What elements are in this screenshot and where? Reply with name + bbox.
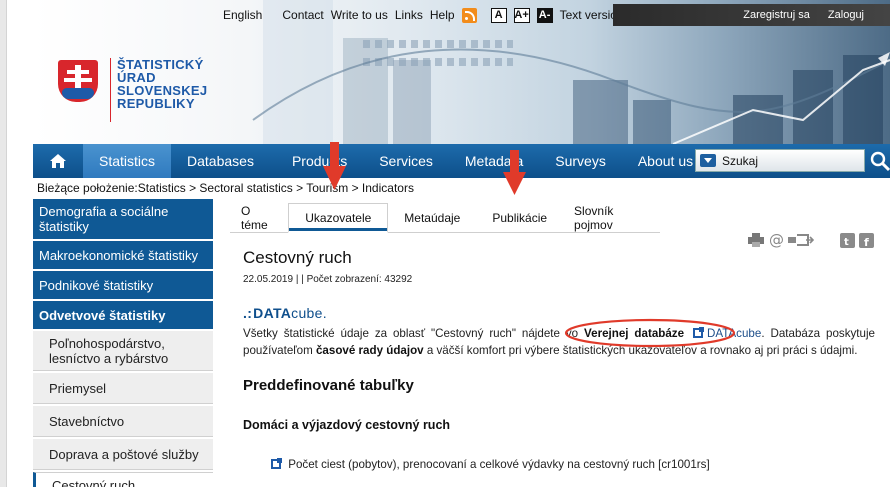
tab-about-topic[interactable]: O téme bbox=[230, 203, 288, 232]
datacube-logo[interactable]: .:DATAcube. bbox=[243, 305, 327, 321]
datacube-suffix: cube. bbox=[291, 305, 327, 321]
external-link-icon bbox=[271, 458, 282, 469]
print-icon[interactable] bbox=[748, 233, 764, 247]
public-database-text: Verejnej databáze bbox=[584, 327, 685, 340]
twitter-icon[interactable]: t bbox=[840, 232, 855, 248]
nav-databases[interactable]: Databases bbox=[171, 144, 270, 178]
chevron-down-icon[interactable] bbox=[700, 154, 716, 167]
svg-text:t: t bbox=[844, 237, 849, 248]
font-smaller-button[interactable]: A- bbox=[536, 7, 553, 23]
sidebar-item-industry[interactable]: Priemysel bbox=[33, 373, 213, 404]
site-logo[interactable]: ŠTATISTICKÝ ÚRAD SLOVENSKEJ REPUBLIKY bbox=[58, 58, 207, 122]
nav-metadata[interactable]: Metadata bbox=[449, 144, 539, 178]
content-tabs: O téme Ukazovatele Metaúdaje Publikácie … bbox=[230, 203, 660, 233]
external-link-icon bbox=[692, 327, 704, 338]
login-link[interactable]: Zaloguj bbox=[828, 9, 864, 21]
domestic-tourism-heading: Domáci a výjazdový cestovný ruch bbox=[243, 418, 451, 432]
sidebar-item-business[interactable]: Podnikové štatistiky bbox=[33, 271, 213, 299]
time-series-text: časové rady údajov bbox=[315, 344, 424, 357]
sidebar-item-macroeconomic[interactable]: Makroekonomické štatistiky bbox=[33, 241, 213, 269]
email-icon[interactable]: @ bbox=[768, 232, 784, 248]
link-write-to-us[interactable]: Write to us bbox=[331, 8, 388, 22]
tab-publications[interactable]: Publikácie bbox=[476, 203, 563, 232]
datacube-main: DATA bbox=[253, 305, 292, 321]
nav-surveys[interactable]: Surveys bbox=[539, 144, 622, 178]
link-english[interactable]: English bbox=[223, 8, 262, 22]
link-contact[interactable]: Contact bbox=[282, 8, 323, 22]
font-normal-button[interactable]: A bbox=[490, 7, 507, 23]
search-icon[interactable] bbox=[869, 150, 890, 172]
datacube-dots: .: bbox=[243, 305, 253, 321]
logo-divider bbox=[110, 58, 111, 122]
tab-metadata[interactable]: Metaúdaje bbox=[388, 203, 476, 232]
para-text: Všetky štatistické údaje za oblasť "Cest… bbox=[243, 327, 585, 340]
top-links: English Contact Write to us Links Help A… bbox=[223, 4, 631, 26]
link-links[interactable]: Links bbox=[395, 8, 423, 22]
main-nav: Statistics Databases Products Services M… bbox=[33, 144, 890, 178]
home-icon bbox=[50, 154, 66, 168]
tab-indicators[interactable]: Ukazovatele bbox=[288, 203, 389, 233]
article-tools: @ t f bbox=[748, 232, 878, 248]
sidebar-item-transport[interactable]: Doprava a poštové služby bbox=[33, 439, 213, 470]
register-link[interactable]: Zaregistruj sa bbox=[743, 9, 810, 21]
table-link-text: Počet ciest (pobytov), prenocovaní a cel… bbox=[288, 458, 710, 471]
header-banner: English Contact Write to us Links Help A… bbox=[33, 0, 890, 144]
page: English Contact Write to us Links Help A… bbox=[0, 0, 890, 487]
coat-of-arms-icon bbox=[58, 60, 98, 102]
svg-text:@: @ bbox=[769, 232, 784, 248]
account-bar: Zaregistruj sa Zaloguj bbox=[613, 4, 890, 26]
sidebar-item-tourism[interactable]: Cestovný ruch bbox=[33, 472, 213, 487]
nav-statistics[interactable]: Statistics bbox=[83, 144, 172, 178]
page-edge bbox=[0, 0, 7, 487]
logo-text: ŠTATISTICKÝ ÚRAD SLOVENSKEJ REPUBLIKY bbox=[117, 58, 207, 110]
search-input[interactable]: Szukaj bbox=[695, 149, 865, 172]
sidebar: Demografia a sociálne štatistiky Makroek… bbox=[33, 199, 213, 487]
intro-paragraph: Všetky štatistické údaje za oblasť "Cest… bbox=[243, 325, 875, 359]
page-title: Cestovný ruch bbox=[243, 248, 352, 267]
share-icon[interactable] bbox=[788, 233, 814, 247]
predefined-tables-heading: Preddefinované tabuľky bbox=[243, 377, 414, 394]
sidebar-item-demography[interactable]: Demografia a sociálne štatistiky bbox=[33, 199, 213, 239]
tab-glossary[interactable]: Slovník pojmov bbox=[563, 203, 660, 232]
breadcrumb[interactable]: Bieżące położenie:Statistics > Sectoral … bbox=[37, 181, 414, 195]
datacube-link[interactable]: DATAcube bbox=[707, 327, 761, 340]
sidebar-item-construction[interactable]: Stavebníctvo bbox=[33, 406, 213, 437]
nav-products[interactable]: Products bbox=[270, 144, 363, 178]
para-text: a väčší komfort pri výbere štatistických… bbox=[423, 344, 858, 357]
nav-services[interactable]: Services bbox=[363, 144, 449, 178]
search-label: Szukaj bbox=[722, 153, 759, 168]
svg-text:f: f bbox=[864, 236, 869, 248]
rss-icon[interactable] bbox=[461, 7, 477, 23]
font-larger-button[interactable]: A+ bbox=[513, 7, 530, 23]
article-meta: 22.05.2019 | | Počet zobrazení: 43292 bbox=[243, 274, 413, 285]
link-help[interactable]: Help bbox=[430, 8, 455, 22]
sidebar-item-sectoral[interactable]: Odvetvové štatistiky bbox=[33, 301, 213, 329]
facebook-icon[interactable]: f bbox=[859, 232, 874, 248]
logo-line: REPUBLIKY bbox=[117, 96, 195, 111]
table-link-cr1001rs[interactable]: Počet ciest (pobytov), prenocovaní a cel… bbox=[268, 458, 710, 471]
sidebar-item-agriculture[interactable]: Poľnohospodárstvo, lesníctvo a rybárstvo bbox=[33, 331, 213, 371]
home-button[interactable] bbox=[33, 144, 83, 178]
